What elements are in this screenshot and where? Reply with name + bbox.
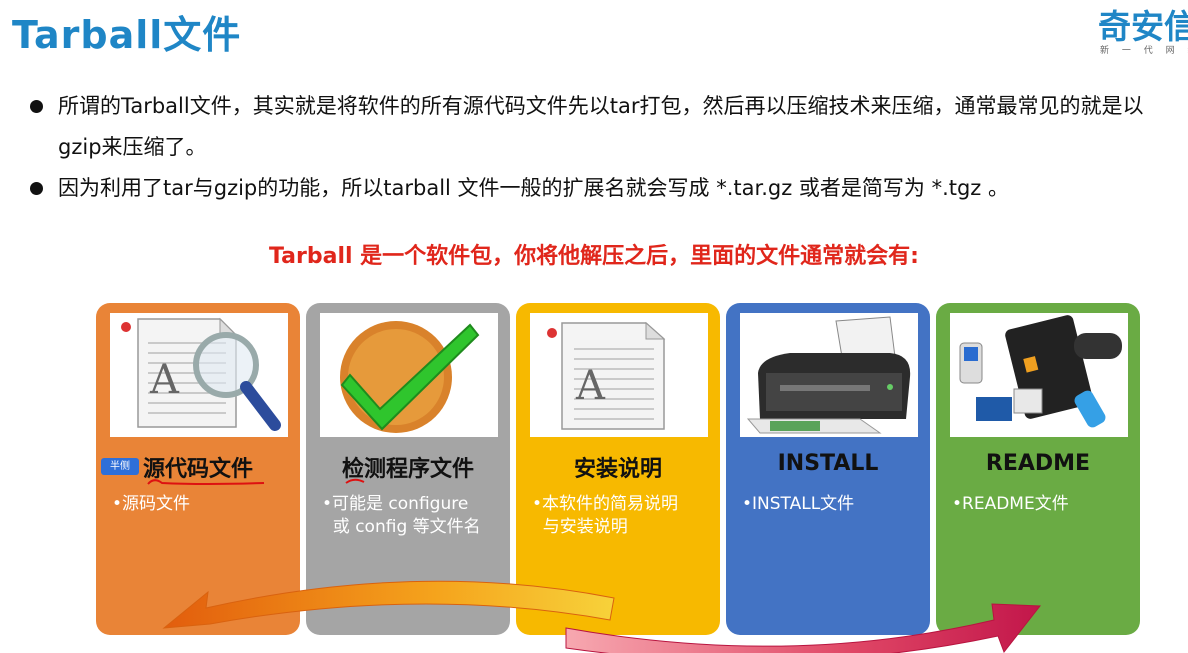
- logo-slogan: 新 一 代 网 络 安 全: [1100, 46, 1188, 56]
- bullet-dot-icon: [30, 100, 43, 113]
- card-check-program: 检测程序文件 •可能是 configure 或 config 等文件名: [306, 303, 510, 635]
- bullet-list: 所谓的Tarball文件，其实就是将软件的所有源代码文件先以tar打包，然后再以…: [30, 86, 1180, 209]
- card-source-code: A 半侧 源代码文件 •源码文件: [96, 303, 300, 635]
- card-description: •README文件: [952, 494, 1069, 514]
- bullet-text: 因为利用了tar与gzip的功能，所以tarball 文件一般的扩展名就会写成 …: [58, 176, 1010, 200]
- card-title: README: [985, 451, 1091, 476]
- checkmark-icon: [320, 313, 498, 437]
- page-title: Tarball文件: [12, 13, 242, 57]
- underline-annotation-icon: [147, 479, 265, 485]
- printer-icon: [740, 313, 918, 437]
- card-description: •可能是 configure 或 config 等文件名: [322, 494, 481, 537]
- document-icon: A: [530, 313, 708, 437]
- card-title: INSTALL: [777, 451, 879, 476]
- underline-annotation-icon: [345, 478, 365, 484]
- brand-logo: 奇安信 新 一 代 网 络 安 全: [1098, 0, 1188, 60]
- card-readme: README •README文件: [936, 303, 1140, 635]
- card-title: 安装说明: [573, 457, 662, 482]
- svg-text:A: A: [575, 363, 606, 409]
- card-install-notes: A 安装说明 •本软件的简易说明 与安装说明: [516, 303, 720, 635]
- svg-text:A: A: [149, 357, 180, 403]
- card-title: 检测程序文件: [341, 457, 474, 482]
- document-magnifier-icon: A: [110, 313, 288, 437]
- card-description: •INSTALL文件: [742, 494, 855, 514]
- bullet-dot-icon: [30, 182, 43, 195]
- bullet-text: 所谓的Tarball文件，其实就是将软件的所有源代码文件先以tar打包，然后再以…: [58, 94, 1144, 159]
- card-description: •本软件的简易说明 与安装说明: [532, 494, 679, 537]
- card-description: •源码文件: [112, 494, 191, 514]
- card-install: INSTALL •INSTALL文件: [726, 303, 930, 635]
- section-subtitle: Tarball 是一个软件包，你将他解压之后，里面的文件通常就会有:: [268, 244, 919, 269]
- bullet-item: 所谓的Tarball文件，其实就是将软件的所有源代码文件先以tar打包，然后再以…: [30, 86, 1180, 168]
- bullet-item: 因为利用了tar与gzip的功能，所以tarball 文件一般的扩展名就会写成 …: [30, 168, 1180, 209]
- logo-text: 奇安信: [1098, 7, 1188, 46]
- devices-icon: [950, 313, 1128, 437]
